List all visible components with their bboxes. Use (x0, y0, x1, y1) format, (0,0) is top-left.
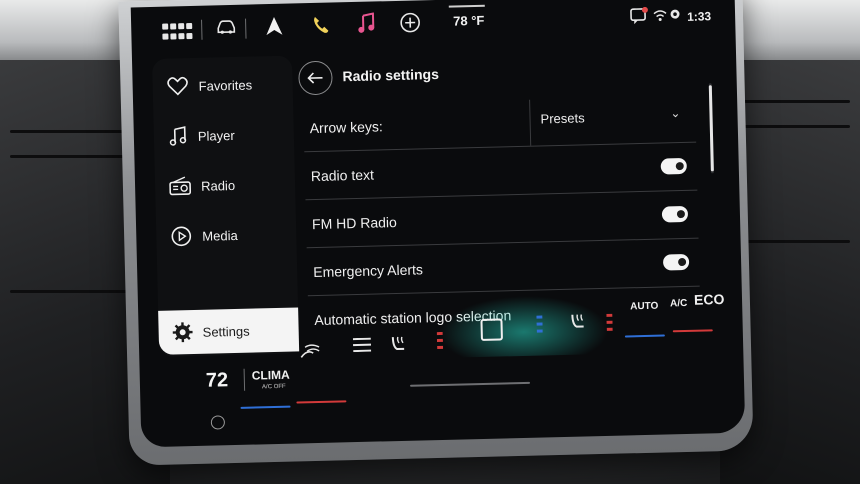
cool-bar (240, 405, 291, 409)
sidebar-item-label: Player (197, 127, 235, 144)
arrow-keys-label: Arrow keys: (309, 118, 384, 137)
sidebar-item-radio[interactable]: Radio (155, 161, 296, 208)
temperature-indicator-line (448, 4, 485, 8)
heart-icon (167, 76, 188, 96)
sidebar-item-settings[interactable]: Settings (158, 307, 300, 355)
home-button[interactable] (480, 318, 503, 341)
sidebar-item-media[interactable]: Media (156, 211, 297, 258)
airflow-icon[interactable] (299, 343, 321, 360)
back-button[interactable] (298, 60, 333, 96)
car-icon[interactable] (215, 19, 237, 36)
divider (245, 18, 247, 39)
play-circle-icon (171, 226, 192, 247)
vent-slat (730, 125, 850, 128)
radio-icon (169, 176, 192, 196)
music-note-icon (169, 126, 187, 146)
add-icon[interactable] (399, 11, 422, 34)
radio-text-row[interactable]: Radio text (304, 143, 698, 201)
sidebar: Favorites Player Radio Media Settings (151, 55, 300, 357)
sidebar-item-label: Radio (200, 177, 236, 194)
radio-text-toggle[interactable] (660, 157, 687, 175)
apps-grid-icon[interactable] (161, 22, 193, 41)
outside-temperature: 78 °F (452, 12, 485, 29)
arrow-keys-value: Presets (540, 110, 585, 127)
clock: 1:33 (686, 9, 712, 24)
back-arrow-icon (307, 72, 323, 84)
message-icon[interactable] (629, 6, 649, 25)
emergency-alerts-row[interactable]: Emergency Alerts (306, 239, 700, 297)
eco-button[interactable]: ECO (694, 291, 725, 308)
divider (201, 19, 203, 40)
gear-icon (172, 322, 193, 343)
divider (243, 368, 246, 391)
driver-temperature[interactable]: 72 (206, 369, 229, 393)
heat-indicator[interactable] (606, 313, 613, 332)
arrow-keys-select[interactable]: Presets ⌄ (529, 95, 698, 146)
toggle-label: Emergency Alerts (313, 261, 424, 281)
seat-heat-left-icon[interactable] (389, 335, 407, 355)
menu-icon[interactable] (352, 337, 372, 353)
power-icon[interactable] (210, 415, 226, 430)
navigation-icon[interactable] (265, 16, 283, 36)
settings-gear-icon[interactable] (669, 8, 681, 20)
page-title: Radio settings (342, 65, 440, 85)
fm-hd-radio-row[interactable]: FM HD Radio (305, 191, 699, 249)
sidebar-item-label: Media (202, 227, 238, 244)
sidebar-item-player[interactable]: Player (153, 112, 294, 159)
sidebar-item-label: Settings (202, 323, 250, 340)
infotainment-screen: 78 °F 1:33 Favorites Player Radio Media (130, 0, 746, 448)
toggle-label: FM HD Radio (311, 214, 398, 233)
wifi-icon (653, 8, 667, 22)
sidebar-item-favorites[interactable]: Favorites (152, 62, 293, 109)
heat-left-indicator[interactable] (436, 331, 444, 350)
emergency-alerts-toggle[interactable] (662, 253, 690, 271)
phone-icon[interactable] (311, 15, 329, 35)
chevron-down-icon: ⌄ (670, 106, 681, 121)
seat-heat-icon[interactable] (568, 312, 586, 332)
sidebar-item-label: Favorites (198, 77, 253, 94)
clima-button[interactable]: CLIMA (252, 368, 290, 383)
arrow-keys-row: Arrow keys: Presets ⌄ (303, 95, 698, 153)
heat-bar (296, 400, 347, 404)
auto-button[interactable]: AUTO (630, 301, 658, 313)
ac-button[interactable]: A/C (670, 298, 687, 309)
fm-hd-radio-toggle[interactable] (661, 205, 689, 223)
music-icon[interactable] (357, 12, 376, 34)
toggle-label: Radio text (310, 166, 375, 185)
clima-status: A/C OFF (261, 383, 286, 391)
fan-cool-indicator[interactable] (536, 315, 543, 333)
fan-slider[interactable] (410, 381, 531, 387)
vent-slat (730, 100, 850, 103)
